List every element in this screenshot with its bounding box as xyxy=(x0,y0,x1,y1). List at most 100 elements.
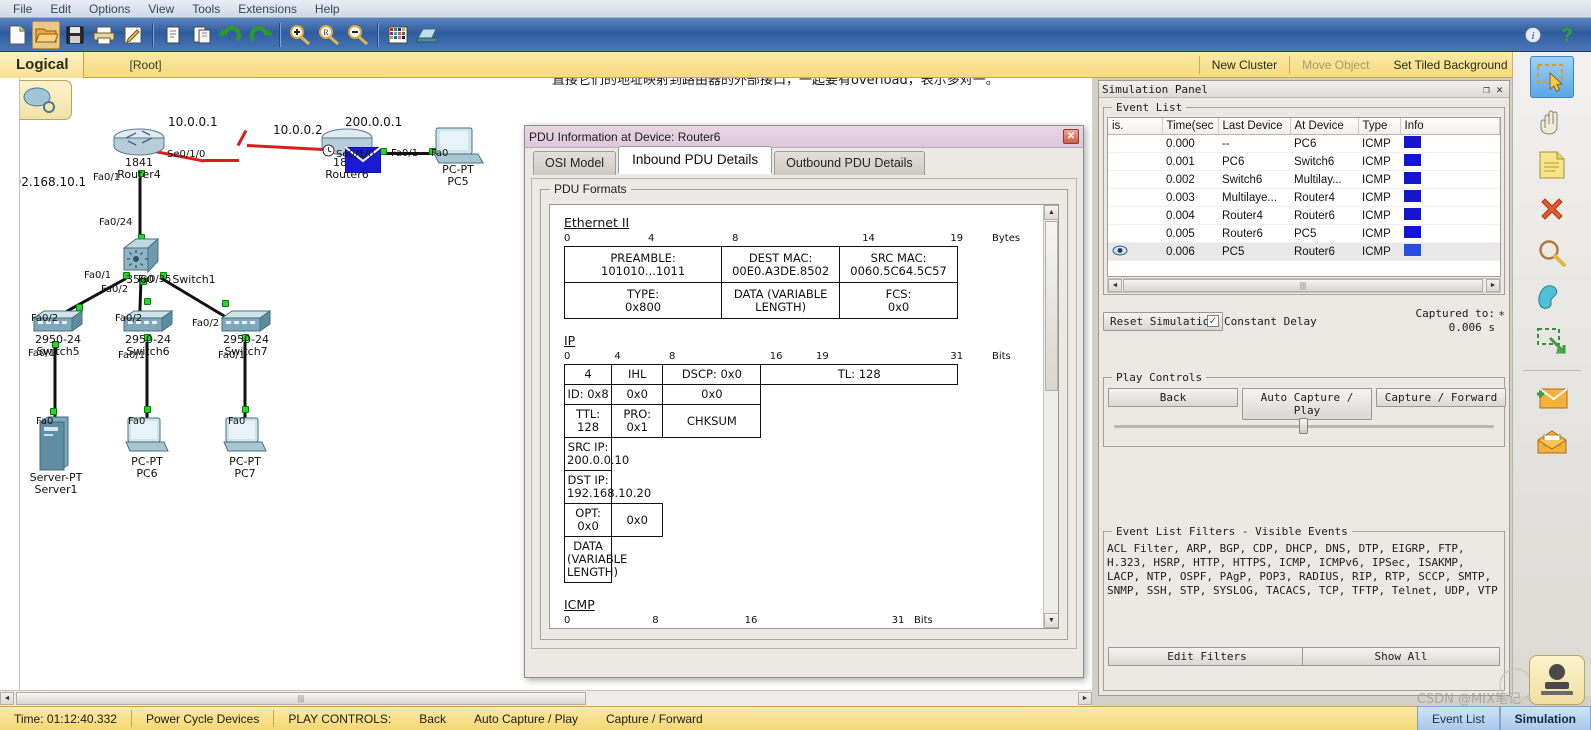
new-cluster-button[interactable]: New Cluster xyxy=(1200,52,1289,78)
col-type[interactable]: Type xyxy=(1358,118,1401,135)
undo-arrow-icon[interactable] xyxy=(217,21,245,49)
simulation-panel[interactable]: Simulation Panel ❐ ✕ Event List is. Time… xyxy=(1098,80,1510,696)
scroll-left-icon[interactable]: ◄ xyxy=(1108,279,1122,292)
constant-delay-checkbox[interactable]: ✓ xyxy=(1207,315,1219,327)
add-simple-pdu[interactable] xyxy=(1530,377,1574,419)
port-label: Fa0/2 xyxy=(192,318,220,329)
menu-item-options[interactable]: Options xyxy=(80,1,139,17)
link-serial-mid1[interactable] xyxy=(203,159,239,162)
status-back-button[interactable]: Back xyxy=(405,712,460,726)
edit-filters-button[interactable]: Edit Filters xyxy=(1108,647,1306,666)
cell-visible[interactable] xyxy=(1108,242,1162,261)
col-time[interactable]: Time(sec xyxy=(1162,118,1219,135)
svg-text:i: i xyxy=(1531,30,1534,42)
scroll-thumb[interactable]: ||| xyxy=(16,692,586,705)
tab-osi-model[interactable]: OSI Model xyxy=(533,151,617,175)
ip-section-title: IP xyxy=(564,333,576,348)
move-layout-tool[interactable] xyxy=(1530,100,1574,142)
menu-item-edit[interactable]: Edit xyxy=(41,1,80,17)
play-speed-slider-thumb[interactable] xyxy=(1299,418,1308,434)
table-row[interactable]: 0.002 Switch6 Multilay... ICMP xyxy=(1108,170,1500,189)
table-row[interactable]: 0.003 Multilaye... Router4 ICMP xyxy=(1108,188,1500,207)
col-at-device[interactable]: At Device xyxy=(1290,118,1359,135)
port-label: Fa0/1 xyxy=(118,350,146,361)
capture-forward-button[interactable]: Capture / Forward xyxy=(1376,388,1506,407)
col-visible[interactable]: is. xyxy=(1108,118,1163,135)
menu-item-extensions[interactable]: Extensions xyxy=(229,1,306,17)
table-row[interactable]: 0.001 PC6 Switch6 ICMP xyxy=(1108,152,1500,171)
col-info[interactable]: Info xyxy=(1400,118,1500,135)
set-tiled-background-button[interactable]: Set Tiled Background xyxy=(1381,52,1519,78)
table-row[interactable]: 0.004 Router4 Router6 ICMP xyxy=(1108,206,1500,225)
pencil-note-icon[interactable] xyxy=(119,21,147,49)
menu-item-help[interactable]: Help xyxy=(306,1,349,17)
tab-outbound-pdu-details[interactable]: Outbound PDU Details xyxy=(774,151,925,175)
pdu-vertical-scrollbar[interactable]: ▲ ▼ xyxy=(1043,205,1058,628)
scroll-right-icon[interactable]: ► xyxy=(1486,279,1500,292)
power-cycle-devices-button[interactable]: Power Cycle Devices xyxy=(132,712,273,726)
zoom-out-icon[interactable] xyxy=(344,21,372,49)
canvas-horizontal-scrollbar[interactable]: ◄ ||| ► xyxy=(0,690,1092,706)
move-object-button[interactable]: Move Object xyxy=(1290,52,1381,78)
event-list-table-wrap[interactable]: is. Time(sec Last Device At Device Type … xyxy=(1107,117,1501,277)
copy-icon[interactable] xyxy=(159,21,187,49)
zoom-in-icon[interactable] xyxy=(286,21,314,49)
menu-item-file[interactable]: File xyxy=(4,1,41,17)
ethernet-ruler: 0 4 8 14 19 Bytes xyxy=(564,233,1020,246)
redo-arrow-icon[interactable] xyxy=(246,21,274,49)
port-label: Fa0 xyxy=(128,416,146,427)
zoom-reset-icon[interactable]: R xyxy=(315,21,343,49)
open-folder-icon[interactable] xyxy=(32,20,60,49)
draw-shape-tool[interactable] xyxy=(1530,276,1574,318)
scroll-down-icon[interactable]: ▼ xyxy=(1044,613,1058,628)
paste-icon[interactable] xyxy=(188,21,216,49)
status-capture-forward-button[interactable]: Capture / Forward xyxy=(592,712,717,726)
scroll-right-icon[interactable]: ► xyxy=(1078,692,1092,705)
device-switch7[interactable]: 2950-24 Switch7 xyxy=(218,308,274,358)
pdu-information-dialog[interactable]: PDU Information at Device: Router6 ✕ OSI… xyxy=(524,125,1084,678)
col-last-device[interactable]: Last Device xyxy=(1218,118,1291,135)
scroll-left-icon[interactable]: ◄ xyxy=(0,692,14,705)
select-tool[interactable] xyxy=(1530,56,1574,98)
tab-logical[interactable]: Logical xyxy=(0,51,84,78)
show-all-button[interactable]: Show All xyxy=(1302,647,1500,666)
table-row[interactable]: 0.006 PC5 Router6 ICMP xyxy=(1108,242,1500,261)
event-list-horizontal-scrollbar[interactable]: ◄ ||| ► xyxy=(1107,278,1501,293)
menu-item-view[interactable]: View xyxy=(139,1,183,17)
tab-event-list[interactable]: Event List xyxy=(1416,706,1500,730)
custom-device-icon[interactable] xyxy=(413,21,441,49)
close-icon[interactable]: ✕ xyxy=(1493,83,1506,96)
simulation-mode-badge[interactable] xyxy=(1529,655,1585,705)
palette-icon[interactable] xyxy=(384,21,412,49)
port-label: Fa0/2 xyxy=(115,313,143,324)
resize-shape-tool[interactable] xyxy=(1530,320,1574,362)
restore-icon[interactable]: ❐ xyxy=(1480,83,1493,96)
back-button[interactable]: Back xyxy=(1108,388,1238,407)
info-button[interactable]: i xyxy=(1519,21,1547,49)
scroll-thumb[interactable]: ||| xyxy=(1123,279,1483,292)
add-complex-pdu[interactable] xyxy=(1530,421,1574,463)
close-icon[interactable]: ✕ xyxy=(1063,129,1079,144)
tab-simulation[interactable]: Simulation xyxy=(1499,706,1591,730)
table-row[interactable]: 0.005 Router6 PC5 ICMP xyxy=(1108,224,1500,243)
reset-simulation-button[interactable]: Reset Simulation xyxy=(1103,312,1223,331)
device-router4[interactable]: 1841 Router4 xyxy=(110,128,168,181)
table-row: TYPE: 0x0 CODE: 0x0 CHECKSUM xyxy=(565,629,882,630)
link-serial-bend[interactable] xyxy=(236,129,248,147)
pdu-scroll-area[interactable]: Ethernet II 0 4 8 14 19 Bytes PREAMBLE: 1… xyxy=(549,204,1059,629)
pdu-dialog-tabs: OSI Model Inbound PDU Details Outbound P… xyxy=(525,146,1083,175)
menu-item-tools[interactable]: Tools xyxy=(183,1,229,17)
save-disk-icon[interactable] xyxy=(61,21,89,49)
tab-inbound-pdu-details[interactable]: Inbound PDU Details xyxy=(618,146,773,174)
scroll-thumb[interactable] xyxy=(1045,221,1058,391)
printer-icon[interactable] xyxy=(90,21,118,49)
scroll-up-icon[interactable]: ▲ xyxy=(1044,205,1058,220)
status-auto-capture-play-button[interactable]: Auto Capture / Play xyxy=(460,712,592,726)
table-row[interactable]: 0.000 -- PC6 ICMP xyxy=(1108,134,1500,153)
inspect-tool[interactable] xyxy=(1530,232,1574,274)
auto-capture-play-button[interactable]: Auto Capture / Play xyxy=(1242,388,1372,420)
place-note-tool[interactable] xyxy=(1530,144,1574,186)
help-button[interactable]: ? xyxy=(1553,21,1581,49)
delete-tool[interactable] xyxy=(1530,188,1574,230)
new-file-icon[interactable] xyxy=(3,21,31,49)
